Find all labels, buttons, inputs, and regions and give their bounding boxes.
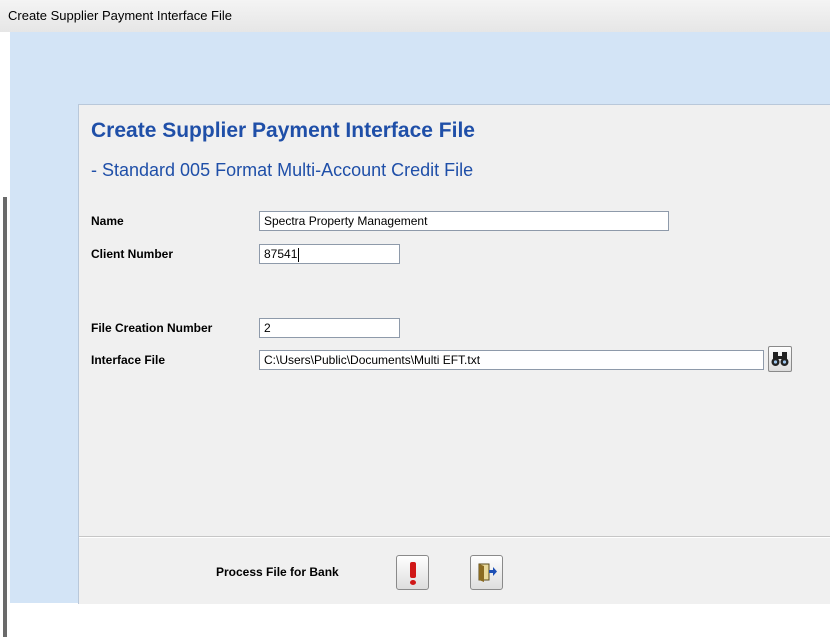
left-edge-bar (3, 197, 7, 637)
exit-door-icon (478, 563, 497, 582)
name-field[interactable]: Spectra Property Management (259, 211, 669, 231)
exit-button[interactable] (470, 555, 503, 590)
binoculars-icon (771, 352, 789, 366)
browse-button[interactable] (768, 346, 792, 372)
exclamation-bar (410, 562, 416, 578)
file-creation-number-label: File Creation Number (91, 321, 213, 335)
process-file-button[interactable] (396, 555, 429, 590)
interface-file-label: Interface File (91, 353, 166, 367)
footer-divider-highlight (79, 537, 830, 538)
text-caret (298, 247, 300, 262)
interface-file-field[interactable]: C:\Users\Public\Documents\Multi EFT.txt (259, 350, 764, 370)
window-title: Create Supplier Payment Interface File (8, 8, 232, 23)
left-edge (0, 32, 10, 637)
page-title: Create Supplier Payment Interface File (91, 119, 475, 142)
name-label: Name (91, 214, 124, 228)
client-number-label: Client Number (91, 247, 174, 261)
exclamation-dot (410, 580, 416, 585)
window-titlebar: Create Supplier Payment Interface File (0, 0, 830, 32)
process-file-label: Process File for Bank (216, 565, 339, 579)
page-subtitle: - Standard 005 Format Multi-Account Cred… (91, 160, 474, 180)
client-number-value: 87541 (264, 247, 298, 261)
client-number-field[interactable]: 87541 (259, 244, 400, 264)
file-creation-number-field[interactable]: 2 (259, 318, 400, 338)
